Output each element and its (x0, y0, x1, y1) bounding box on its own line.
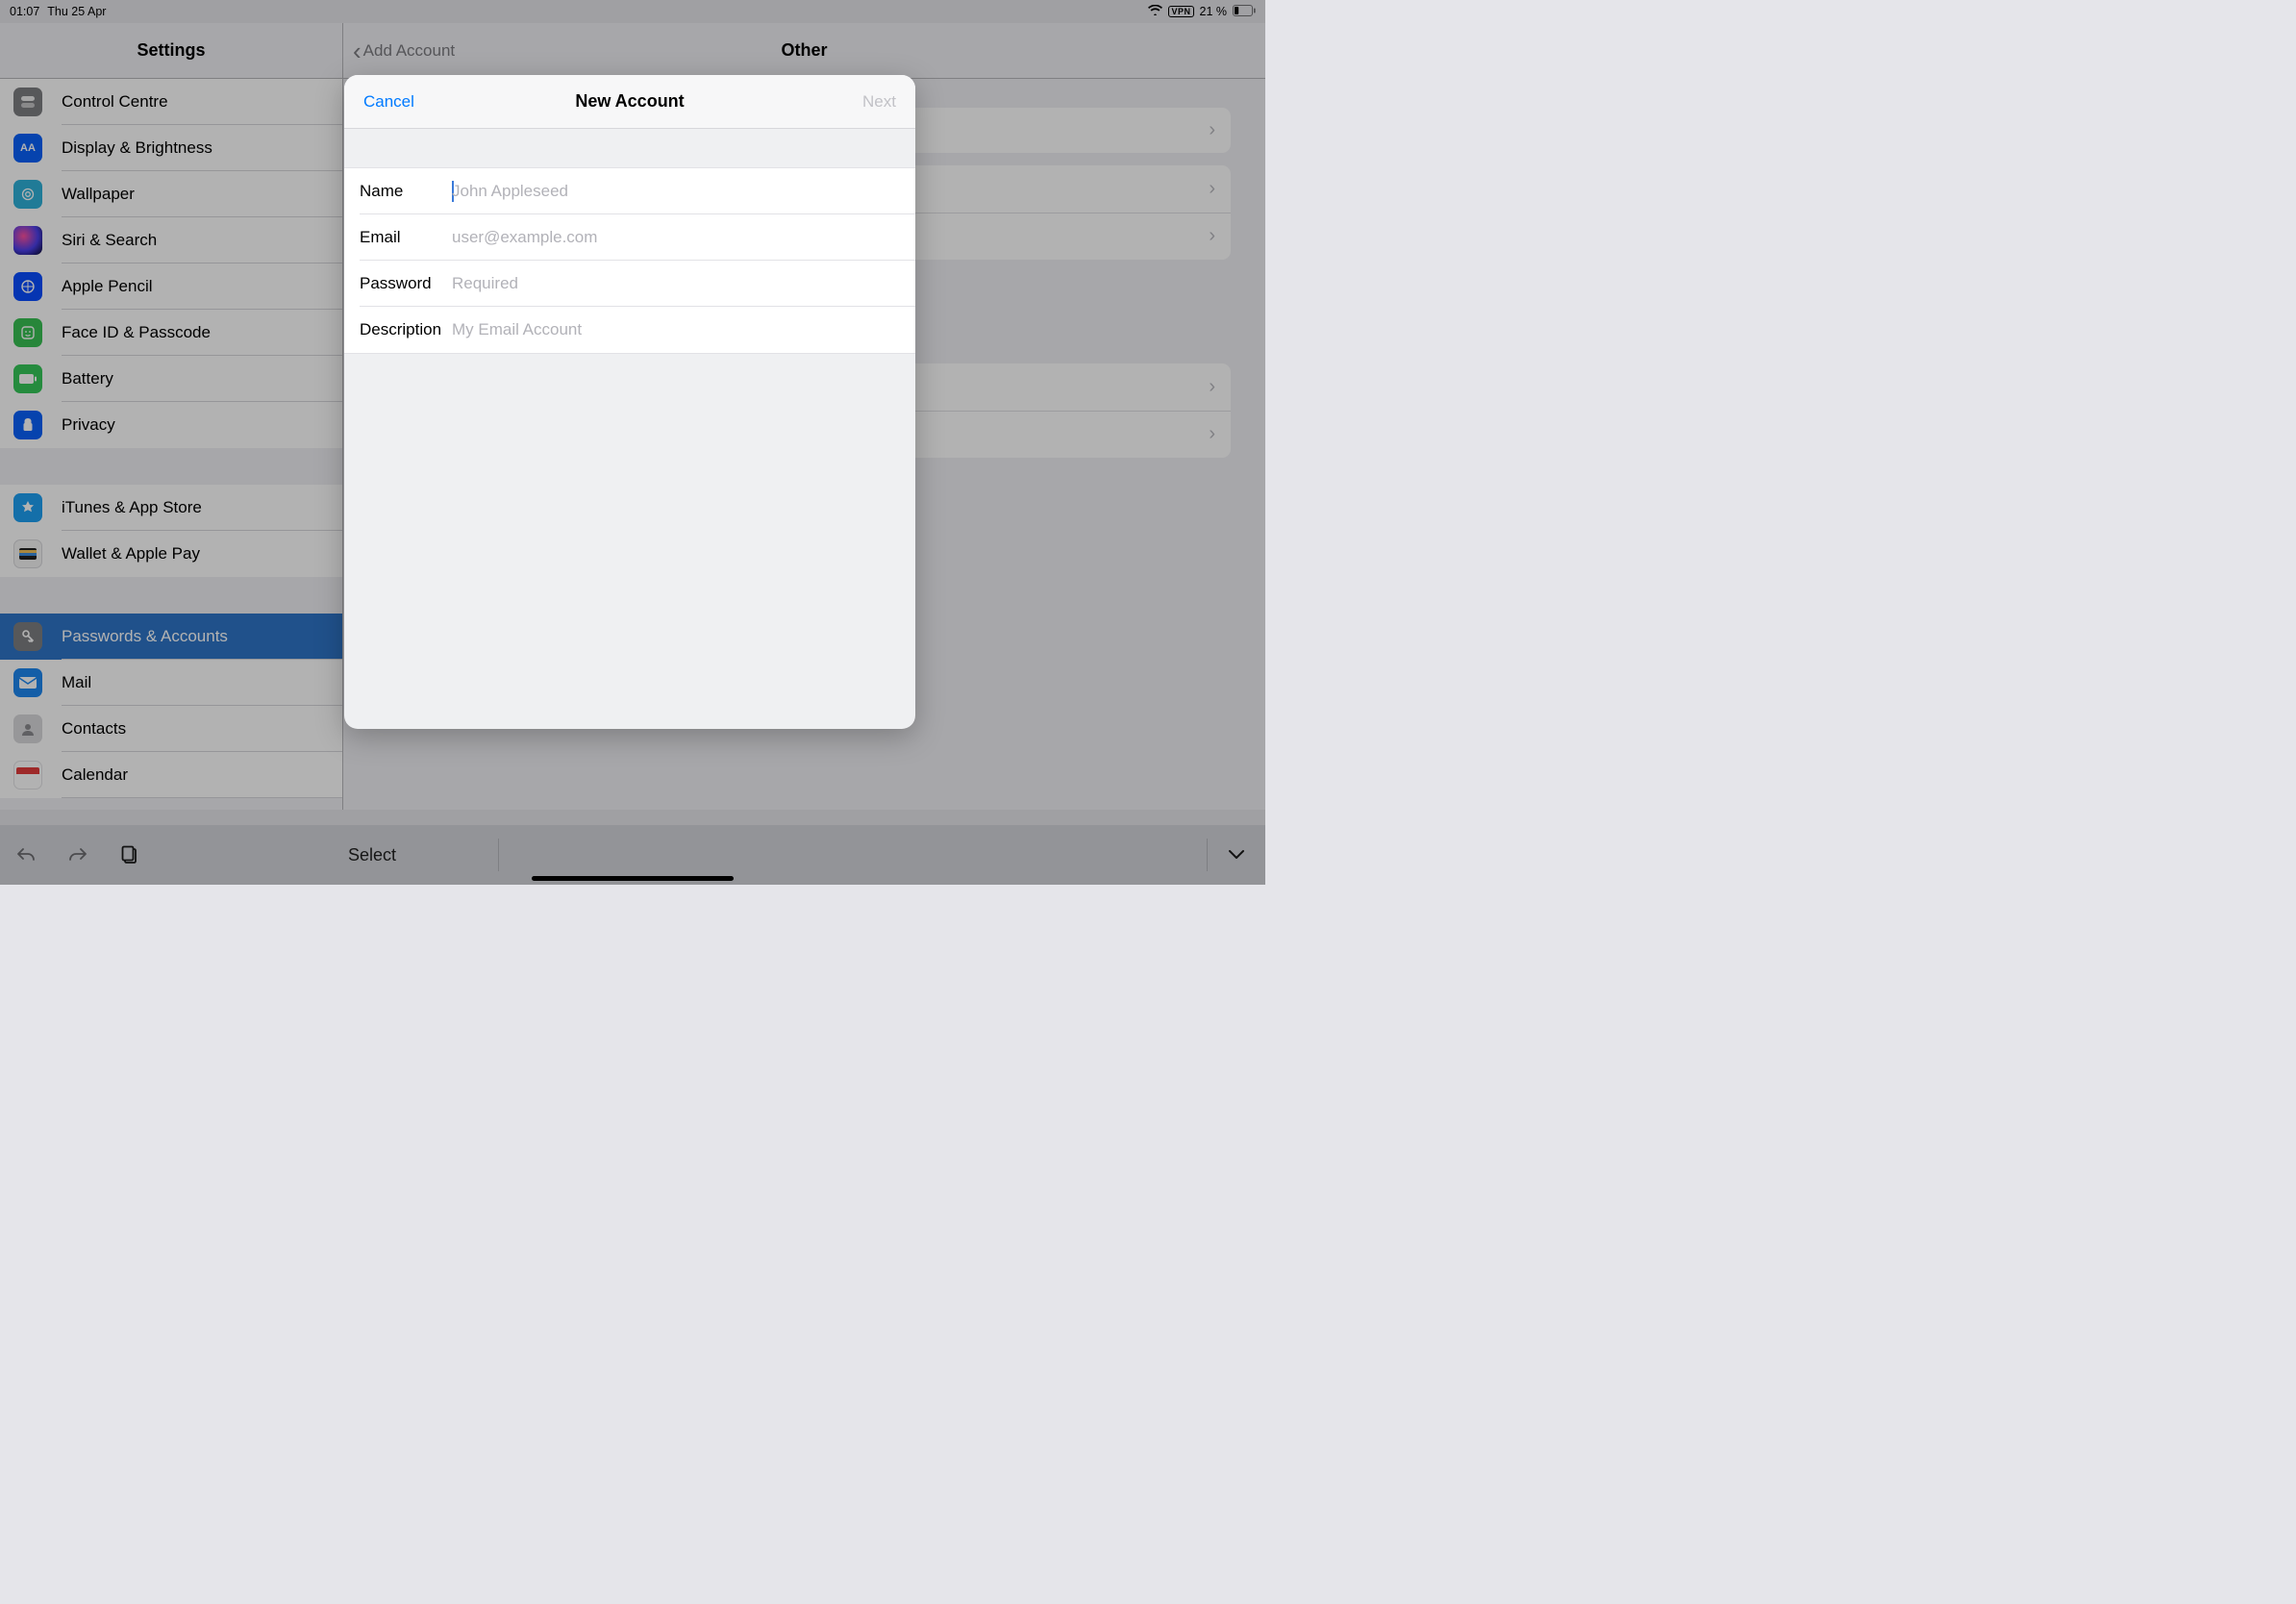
password-field[interactable] (452, 261, 915, 307)
name-field[interactable] (452, 168, 915, 214)
description-row: Description (344, 307, 915, 353)
description-field[interactable] (452, 307, 915, 353)
password-row: Password (344, 261, 915, 307)
new-account-modal: Cancel New Account Next Name Email Passw… (344, 75, 915, 729)
email-row: Email (344, 214, 915, 261)
name-label: Name (360, 182, 452, 201)
description-label: Description (360, 320, 452, 339)
email-field[interactable] (452, 214, 915, 261)
modal-title: New Account (575, 91, 684, 112)
next-button[interactable]: Next (862, 92, 896, 112)
name-row: Name (344, 168, 915, 214)
password-label: Password (360, 274, 452, 293)
email-label: Email (360, 228, 452, 247)
cancel-button[interactable]: Cancel (363, 92, 414, 112)
